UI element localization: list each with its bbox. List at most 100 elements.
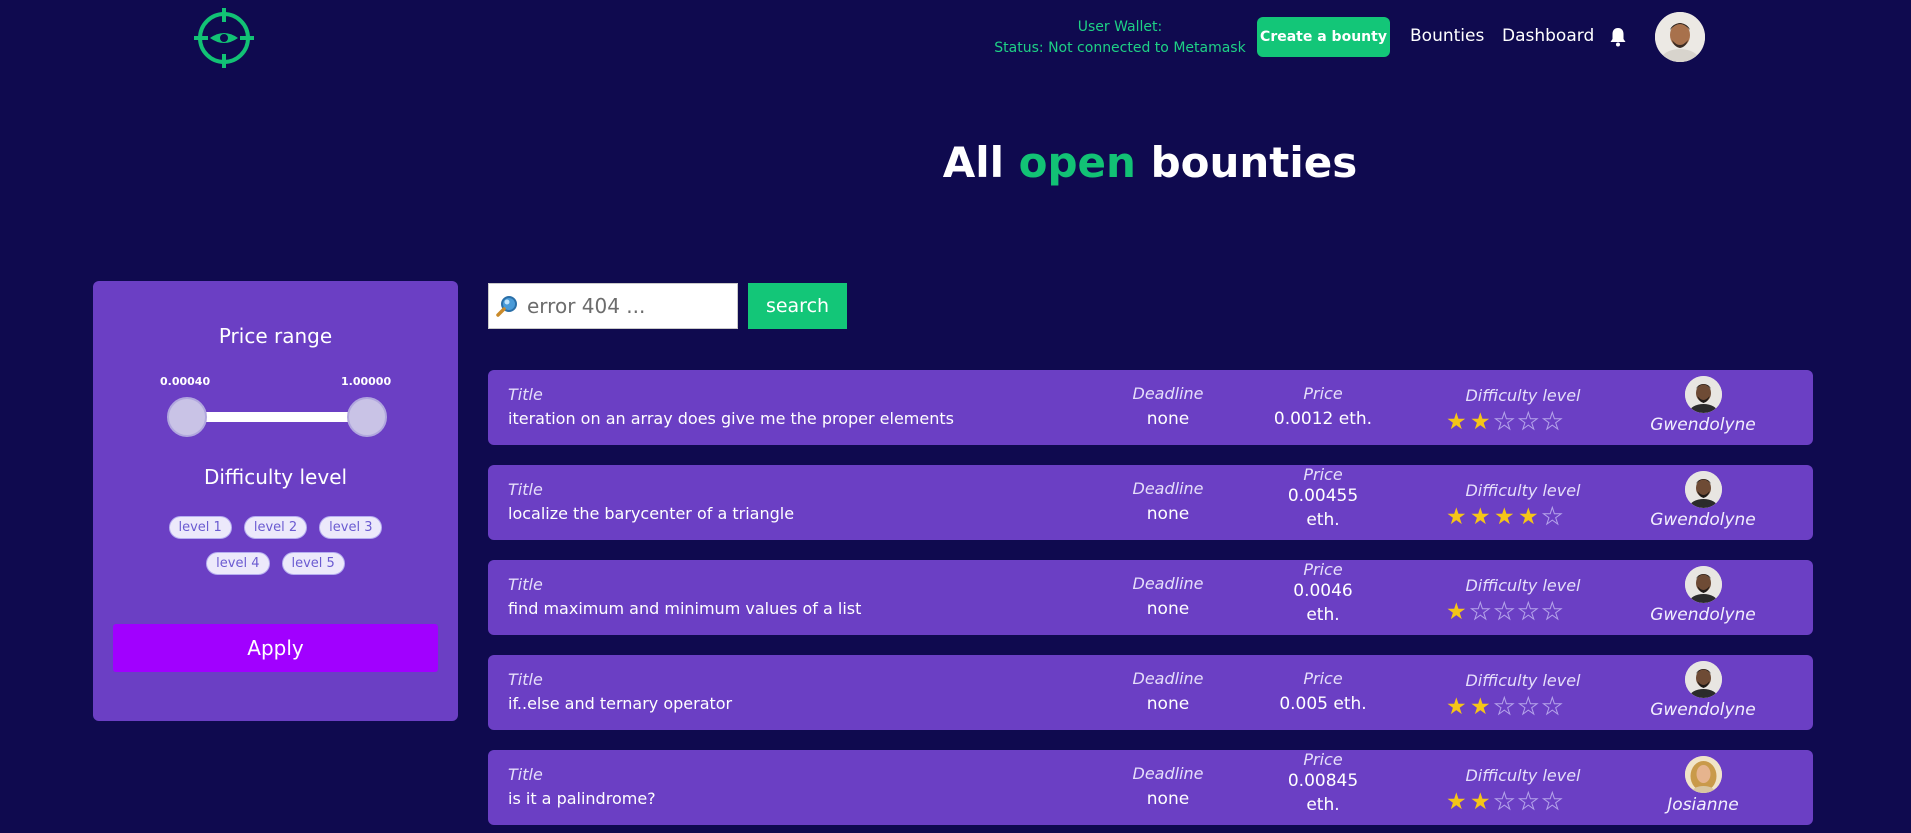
bounty-owner[interactable]: Gwendolyne <box>1628 471 1778 530</box>
deadline-label: Deadline <box>1132 574 1204 593</box>
star-empty-icon: ★ <box>1518 694 1540 720</box>
deadline-cell: Deadline none <box>1088 764 1248 809</box>
search-input[interactable] <box>527 294 717 318</box>
price-value: 0.00455 <box>1287 486 1359 506</box>
level-chip[interactable]: level 5 <box>281 552 345 575</box>
price-unit: eth. <box>1306 795 1340 815</box>
logo-icon[interactable] <box>192 6 256 70</box>
price-cell: Price 0.00455 eth. <box>1238 465 1408 532</box>
wallet-connection-status: Status: Not connected to Metamask <box>994 40 1246 56</box>
page-title-part1: All <box>942 138 1019 187</box>
star-empty-icon: ★ <box>1494 789 1516 815</box>
price-value: 0.0012 eth. <box>1273 409 1373 429</box>
filter-panel: Price range 0.00040 1.00000 Difficulty l… <box>93 281 458 721</box>
star-empty-icon: ★ <box>1542 599 1564 625</box>
star-filled-icon: ★ <box>1446 504 1467 530</box>
bounty-card[interactable]: Title localize the barycenter of a triang… <box>488 465 1813 540</box>
price-cell: Price 0.0046 eth. <box>1238 560 1408 627</box>
deadline-value: none <box>1146 789 1190 809</box>
create-bounty-button[interactable]: Create a bounty <box>1257 17 1390 57</box>
bounty-title[interactable]: localize the barycenter of a triangle <box>508 504 794 523</box>
search-icon <box>496 296 517 317</box>
page-title-part2: bounties <box>1135 138 1358 187</box>
level-chip[interactable]: level 1 <box>168 516 232 539</box>
difficulty-label: Difficulty level <box>1465 671 1581 690</box>
difficulty-cell: Difficulty level ★ ★ ★ ★ ★ <box>1438 766 1608 815</box>
bounty-owner[interactable]: Gwendolyne <box>1628 376 1778 435</box>
bounty-title[interactable]: find maximum and minimum values of a lis… <box>508 599 861 618</box>
price-value: 0.00845 <box>1287 771 1359 791</box>
difficulty-cell: Difficulty level ★ ★ ★ ★ ★ <box>1438 576 1608 625</box>
price-unit: eth. <box>1306 605 1340 625</box>
nav-dashboard-link[interactable]: Dashboard <box>1502 26 1594 46</box>
price-range-max: 1.00000 <box>341 375 392 388</box>
star-empty-icon: ★ <box>1518 789 1540 815</box>
price-label: Price <box>1303 669 1343 688</box>
difficulty-level-chips: level 1 level 2 level 3 level 4 level 5 <box>133 513 418 585</box>
bounty-title[interactable]: iteration on an array does give me the p… <box>508 409 954 428</box>
bell-icon[interactable] <box>1609 27 1627 47</box>
deadline-label: Deadline <box>1132 384 1204 403</box>
deadline-label: Deadline <box>1132 669 1204 688</box>
nav-bounties-link[interactable]: Bounties <box>1410 26 1484 46</box>
wallet-label: User Wallet: <box>1077 19 1163 35</box>
bounty-card[interactable]: Title if..else and ternary operator Deadli… <box>488 655 1813 730</box>
star-empty-icon: ★ <box>1494 694 1516 720</box>
title-label: Title <box>508 385 543 404</box>
owner-avatar <box>1684 471 1722 508</box>
level-chip[interactable]: level 3 <box>319 516 383 539</box>
difficulty-label: Difficulty level <box>1465 386 1581 405</box>
bounty-card[interactable]: Title find maximum and minimum values of … <box>488 560 1813 635</box>
user-avatar[interactable] <box>1655 12 1705 62</box>
search-button[interactable]: search <box>748 283 847 329</box>
star-filled-icon: ★ <box>1470 694 1491 720</box>
deadline-label: Deadline <box>1132 479 1204 498</box>
price-value: 0.005 eth. <box>1279 694 1367 714</box>
bounty-card[interactable]: Title iteration on an array does give me … <box>488 370 1813 445</box>
wallet-status: User Wallet: Status: Not connected to Me… <box>970 17 1270 59</box>
level-chip[interactable]: level 2 <box>243 516 308 539</box>
price-range-min: 0.00040 <box>160 375 211 388</box>
bounty-owner[interactable]: Gwendolyne <box>1628 661 1778 720</box>
bounty-card[interactable]: Title is it a palindrome? Deadline none Pric… <box>488 750 1813 825</box>
bounty-title[interactable]: if..else and ternary operator <box>508 694 732 713</box>
bounty-owner[interactable]: Josianne <box>1628 756 1778 815</box>
owner-name: Gwendolyne <box>1650 415 1756 435</box>
star-filled-icon: ★ <box>1470 409 1491 435</box>
price-range-title: Price range <box>218 324 333 348</box>
star-empty-icon: ★ <box>1542 694 1564 720</box>
deadline-cell: Deadline none <box>1088 479 1248 524</box>
level-chip[interactable]: level 4 <box>206 552 270 575</box>
bounty-title[interactable]: is it a palindrome? <box>508 789 656 808</box>
difficulty-stars: ★ ★ ★ ★ ★ <box>1446 504 1566 530</box>
difficulty-label: Difficulty level <box>1465 481 1581 500</box>
deadline-label: Deadline <box>1132 764 1204 783</box>
owner-name: Gwendolyne <box>1650 510 1756 530</box>
star-empty-icon: ★ <box>1518 599 1540 625</box>
star-filled-icon: ★ <box>1446 694 1467 720</box>
title-label: Title <box>508 575 543 594</box>
star-filled-icon: ★ <box>1446 789 1467 815</box>
difficulty-stars: ★ ★ ★ ★ ★ <box>1446 409 1566 435</box>
deadline-cell: Deadline none <box>1088 384 1248 429</box>
search-box <box>488 283 738 329</box>
price-range-track[interactable] <box>185 412 350 422</box>
bounty-owner[interactable]: Gwendolyne <box>1628 566 1778 625</box>
difficulty-stars: ★ ★ ★ ★ ★ <box>1446 694 1566 720</box>
deadline-value: none <box>1146 504 1190 524</box>
price-range-min-handle[interactable] <box>167 397 207 437</box>
owner-avatar <box>1684 756 1722 793</box>
difficulty-stars: ★ ★ ★ ★ ★ <box>1446 599 1566 625</box>
deadline-value: none <box>1146 599 1190 619</box>
star-filled-icon: ★ <box>1518 504 1539 530</box>
price-range-max-handle[interactable] <box>347 397 387 437</box>
deadline-cell: Deadline none <box>1088 574 1248 619</box>
price-label: Price <box>1303 750 1343 769</box>
star-filled-icon: ★ <box>1470 789 1491 815</box>
difficulty-cell: Difficulty level ★ ★ ★ ★ ★ <box>1438 671 1608 720</box>
apply-button[interactable]: Apply <box>113 624 438 672</box>
star-empty-icon: ★ <box>1494 599 1516 625</box>
deadline-value: none <box>1146 409 1190 429</box>
star-empty-icon: ★ <box>1494 409 1516 435</box>
title-label: Title <box>508 670 543 689</box>
